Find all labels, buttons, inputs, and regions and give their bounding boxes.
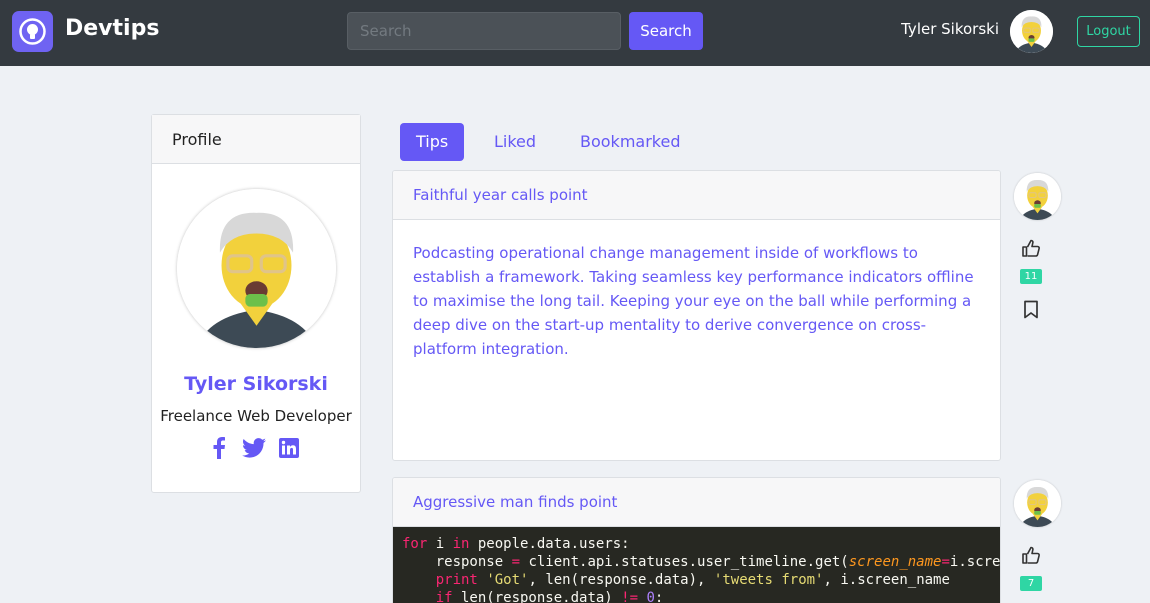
user-avatar-icon [1014,173,1061,220]
navbar: Devtips Search Tyler Sikorski Logout [0,0,1150,66]
author-avatar[interactable] [1014,173,1061,220]
tip-card: Aggressive man finds point for i in peop… [392,477,1001,603]
thumbs-up-icon[interactable] [1021,545,1041,565]
bookmark-icon[interactable] [1023,300,1039,319]
tip-title[interactable]: Aggressive man finds point [393,478,1000,527]
like-count-badge: 7 [1020,576,1042,591]
brand-name[interactable]: Devtips [65,16,159,41]
search-button[interactable]: Search [629,12,703,50]
thumbs-up-icon[interactable] [1021,238,1041,258]
user-avatar-icon [177,189,336,348]
profile-card: Profile Tyler Sikorski Freelance Web Dev… [151,114,361,493]
facebook-icon[interactable] [212,437,226,459]
author-avatar[interactable] [1014,480,1061,527]
tip-title[interactable]: Faithful year calls point [393,171,1000,220]
tip-card: Faithful year calls point Podcasting ope… [392,170,1001,461]
like-count-badge: 11 [1020,269,1042,284]
tab-bookmarked[interactable]: Bookmarked [564,123,696,161]
logout-button[interactable]: Logout [1077,16,1140,47]
user-avatar-icon [1014,480,1061,527]
brand-logo[interactable] [12,11,53,52]
code-block: for i in people.data.users: response = c… [393,527,1000,603]
search-input[interactable] [347,12,621,50]
profile-role: Freelance Web Developer [160,407,352,425]
tip-body: Podcasting operational change management… [413,244,974,358]
tab-tips[interactable]: Tips [400,123,465,161]
profile-name: Tyler Sikorski [184,373,328,395]
profile-header: Profile [152,115,360,164]
twitter-icon[interactable] [242,437,266,459]
linkedin-icon[interactable] [279,437,299,459]
user-avatar-icon [1010,10,1053,53]
nav-avatar[interactable] [1010,10,1053,53]
profile-avatar [177,189,336,348]
tab-liked[interactable]: Liked [478,123,552,161]
nav-user-name[interactable]: Tyler Sikorski [901,20,999,38]
lightbulb-icon [19,18,46,45]
